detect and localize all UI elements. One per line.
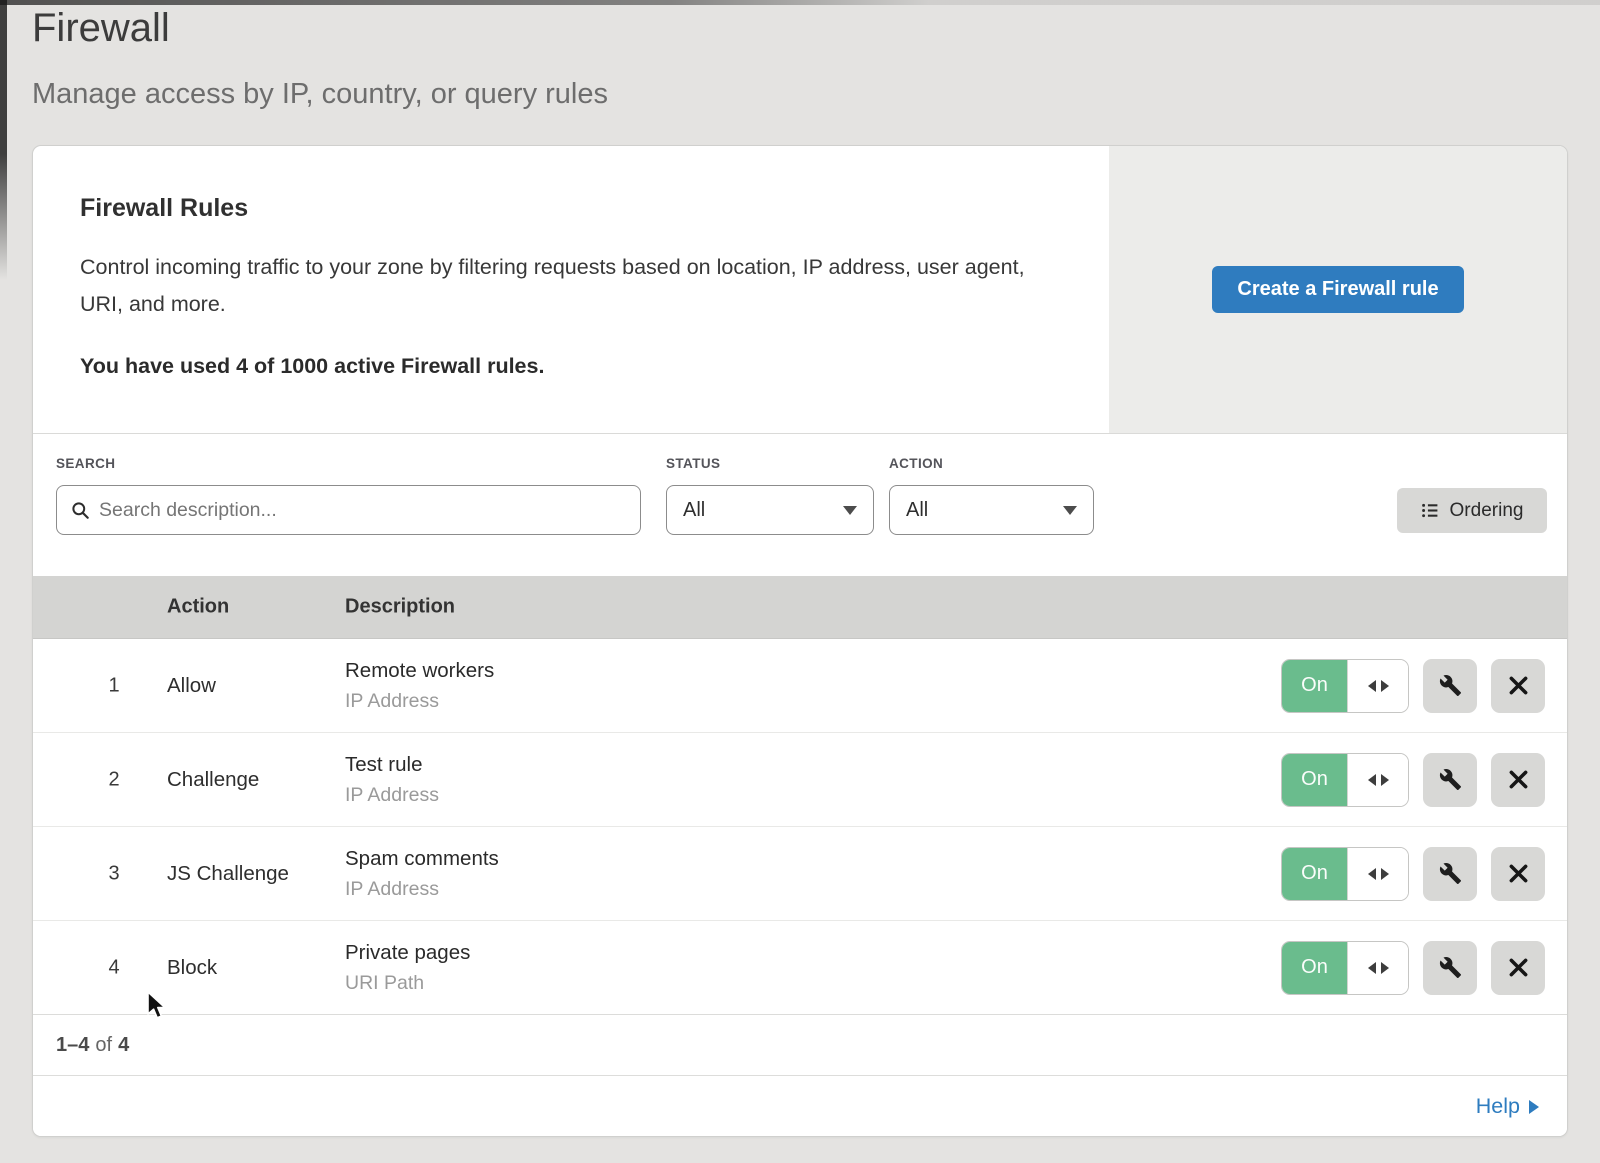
rule-controls: On — [1281, 659, 1545, 713]
close-icon — [1508, 863, 1529, 884]
toggle-on-label: On — [1282, 848, 1347, 900]
pagination-total: 4 — [118, 1034, 129, 1057]
rule-description-cell: Spam comments IP Address — [345, 847, 499, 901]
chevron-down-icon — [1063, 506, 1077, 515]
search-box[interactable] — [56, 485, 641, 535]
close-icon — [1508, 957, 1529, 978]
delete-rule-button[interactable] — [1491, 753, 1545, 807]
rules-table-body: 1 Allow Remote workers IP Address On — [33, 639, 1567, 1015]
rule-description-cell: Test rule IP Address — [345, 753, 439, 807]
help-link[interactable]: Help — [1476, 1094, 1539, 1119]
rule-field: IP Address — [345, 690, 494, 713]
action-selected-value: All — [906, 499, 928, 522]
rule-enabled-toggle[interactable]: On — [1281, 753, 1409, 807]
rule-action: Challenge — [167, 768, 259, 792]
rule-description: Spam comments — [345, 847, 499, 871]
toggle-on-label: On — [1282, 942, 1347, 994]
rule-action: Allow — [167, 674, 216, 698]
rule-enabled-toggle[interactable]: On — [1281, 847, 1409, 901]
search-label: SEARCH — [56, 456, 115, 471]
rule-field: IP Address — [345, 878, 499, 901]
status-select[interactable]: All — [666, 485, 874, 535]
column-header-action: Action — [167, 596, 229, 619]
card-title: Firewall Rules — [80, 194, 1109, 223]
rule-description: Private pages — [345, 941, 470, 965]
action-select[interactable]: All — [889, 485, 1094, 535]
status-label: STATUS — [666, 456, 720, 471]
toggle-arrows-icon[interactable] — [1347, 848, 1408, 900]
page-subtitle: Manage access by IP, country, or query r… — [32, 78, 608, 111]
rule-controls: On — [1281, 753, 1545, 807]
wrench-icon — [1439, 956, 1462, 979]
delete-rule-button[interactable] — [1491, 659, 1545, 713]
screen-edge-artifact-left — [0, 0, 7, 280]
usage-note: You have used 4 of 1000 active Firewall … — [80, 354, 1109, 379]
column-header-description: Description — [345, 596, 455, 619]
ordering-button[interactable]: Ordering — [1397, 488, 1547, 533]
card-description: Control incoming traffic to your zone by… — [80, 249, 1025, 323]
card-footer: Help — [33, 1075, 1567, 1136]
rule-field: IP Address — [345, 784, 439, 807]
pagination-of: of — [95, 1034, 112, 1057]
wrench-icon — [1439, 768, 1462, 791]
rule-controls: On — [1281, 847, 1545, 901]
toggle-arrows-icon[interactable] — [1347, 660, 1408, 712]
rule-description-cell: Remote workers IP Address — [345, 659, 494, 713]
toggle-arrows-icon[interactable] — [1347, 754, 1408, 806]
pagination-range: 1–4 — [56, 1034, 89, 1057]
wrench-icon — [1439, 862, 1462, 885]
table-header: Action Description — [33, 576, 1567, 639]
action-label: ACTION — [889, 456, 943, 471]
toggle-on-label: On — [1282, 660, 1347, 712]
rule-enabled-toggle[interactable]: On — [1281, 659, 1409, 713]
filters-bar: SEARCH STATUS All ACTION All — [33, 433, 1567, 576]
edit-rule-button[interactable] — [1423, 941, 1477, 995]
rule-description: Test rule — [345, 753, 439, 777]
close-icon — [1508, 675, 1529, 696]
edit-rule-button[interactable] — [1423, 753, 1477, 807]
firewall-rules-card: Firewall Rules Control incoming traffic … — [32, 145, 1568, 1137]
firewall-page: Firewall Manage access by IP, country, o… — [0, 0, 1600, 1163]
rule-enabled-toggle[interactable]: On — [1281, 941, 1409, 995]
delete-rule-button[interactable] — [1491, 847, 1545, 901]
list-icon — [1421, 501, 1440, 520]
ordering-button-label: Ordering — [1450, 500, 1524, 522]
rule-field: URI Path — [345, 972, 470, 995]
chevron-down-icon — [843, 506, 857, 515]
rule-description-cell: Private pages URI Path — [345, 941, 470, 995]
edit-rule-button[interactable] — [1423, 847, 1477, 901]
rule-priority: 1 — [97, 674, 131, 697]
rule-action: Block — [167, 956, 217, 980]
caret-right-icon — [1529, 1100, 1539, 1114]
edit-rule-button[interactable] — [1423, 659, 1477, 713]
screen-edge-artifact-top — [0, 0, 1600, 5]
card-intro-section: Firewall Rules Control incoming traffic … — [33, 146, 1567, 433]
toggle-arrows-icon[interactable] — [1347, 942, 1408, 994]
rule-controls: On — [1281, 941, 1545, 995]
rule-action: JS Challenge — [167, 862, 289, 886]
intro-text-block: Firewall Rules Control incoming traffic … — [33, 146, 1109, 433]
help-link-label: Help — [1476, 1094, 1520, 1119]
close-icon — [1508, 769, 1529, 790]
rule-priority: 4 — [97, 956, 131, 979]
create-firewall-rule-button[interactable]: Create a Firewall rule — [1212, 266, 1464, 313]
delete-rule-button[interactable] — [1491, 941, 1545, 995]
search-input[interactable] — [90, 498, 640, 523]
wrench-icon — [1439, 674, 1462, 697]
table-row: 2 Challenge Test rule IP Address On — [33, 733, 1567, 827]
rule-priority: 2 — [97, 768, 131, 791]
status-selected-value: All — [683, 499, 705, 522]
rule-priority: 3 — [97, 862, 131, 885]
page-title: Firewall — [32, 6, 170, 51]
rule-description: Remote workers — [345, 659, 494, 683]
search-icon — [71, 501, 90, 520]
create-rule-panel: Create a Firewall rule — [1109, 146, 1567, 433]
pagination: 1–4 of 4 — [33, 1015, 1567, 1075]
table-row: 1 Allow Remote workers IP Address On — [33, 639, 1567, 733]
table-row: 4 Block Private pages URI Path On — [33, 921, 1567, 1015]
table-row: 3 JS Challenge Spam comments IP Address … — [33, 827, 1567, 921]
toggle-on-label: On — [1282, 754, 1347, 806]
